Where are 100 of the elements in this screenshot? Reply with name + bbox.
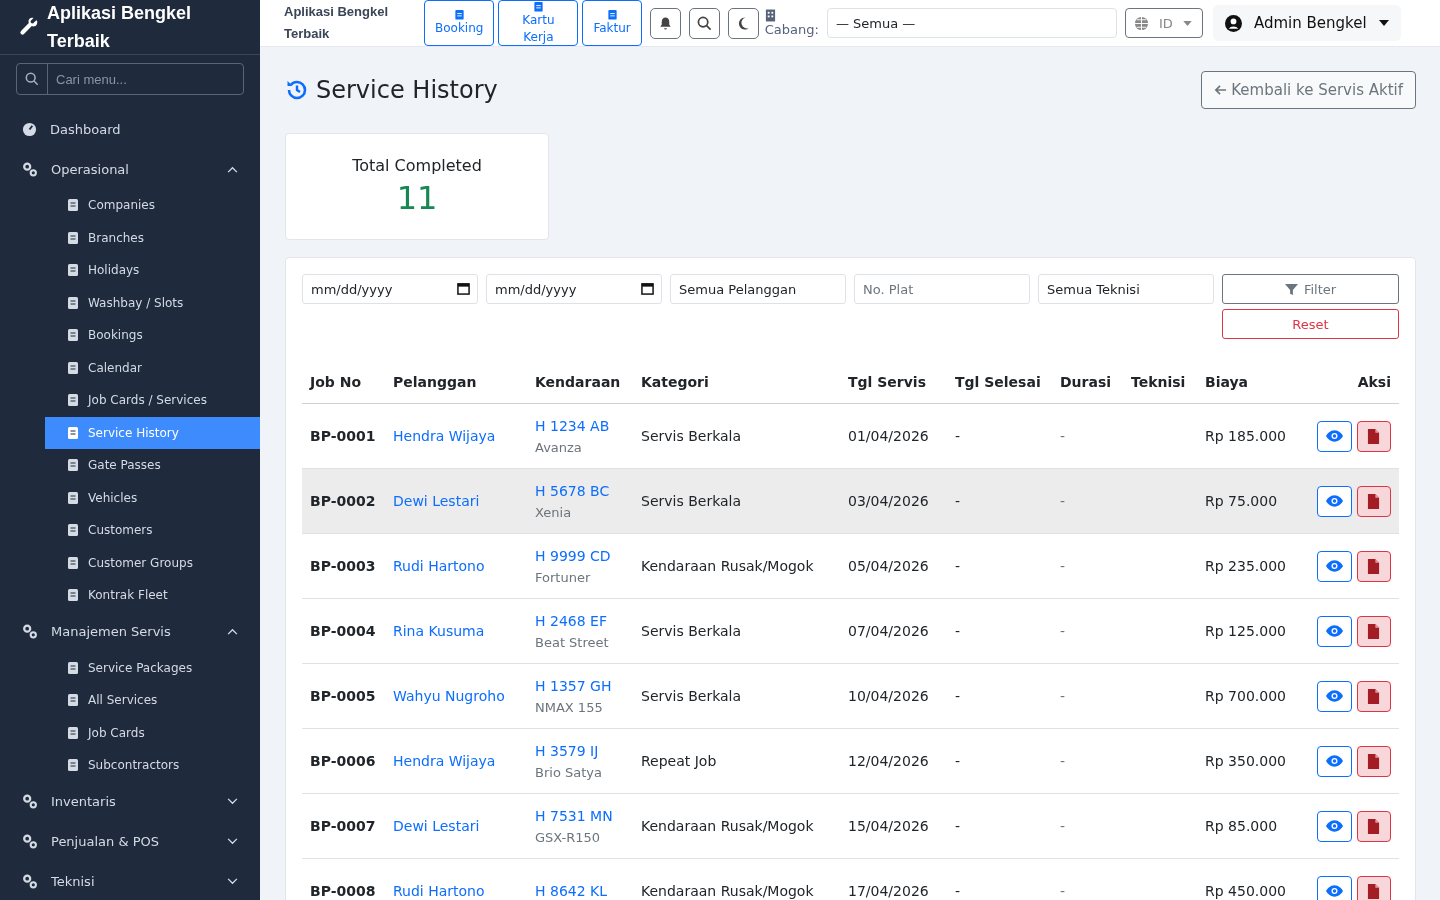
customer-link[interactable]: Rudi Hartono (393, 558, 485, 574)
table-row[interactable]: BP-0006 Hendra Wijaya H 3579 IJ Brio Satya Repeat Job 12/04/2026 - - Rp 350.000 (302, 728, 1399, 794)
menu-group[interactable]: Penjualan & POS (0, 821, 260, 862)
menu-item[interactable]: Washbay / Slots (45, 286, 260, 319)
table-row[interactable]: BP-0005 Wahyu Nugroho H 1357 GH NMAX 155 Servis Berkala 10/04/2026 - - Rp 700.000 (302, 663, 1399, 729)
quick-action-button[interactable]: Kartu Kerja (498, 0, 579, 46)
menu-item[interactable]: Bookings (45, 319, 260, 352)
eye-icon (1325, 885, 1343, 897)
search-box[interactable]: Cari menu... (16, 63, 244, 95)
view-button[interactable] (1317, 420, 1352, 452)
pdf-button[interactable] (1356, 420, 1391, 452)
view-button[interactable] (1317, 615, 1352, 647)
menu-item[interactable]: Vehicles (45, 481, 260, 514)
plate-link[interactable]: H 2468 EF (535, 612, 625, 629)
completion-date: - (955, 753, 961, 769)
menu-group[interactable]: Teknisi (0, 861, 260, 900)
table-row[interactable]: BP-0008 Rudi Hartono H 8642 KL Kendaraan Rusak/Mogok 17/04/2026 - - Rp 450.000 (302, 858, 1399, 900)
dark-mode-button[interactable] (727, 7, 759, 39)
back-button[interactable]: Kembali ke Servis Aktif (1201, 71, 1416, 109)
file-icon (1367, 428, 1381, 444)
menu-group[interactable]: Operasional (0, 149, 260, 189)
eye-icon (1325, 625, 1343, 637)
plate-link[interactable]: H 1357 GH (535, 677, 625, 694)
technician-select[interactable]: Semua Teknisi (1038, 274, 1214, 304)
pdf-button[interactable] (1356, 680, 1391, 712)
table-row[interactable]: BP-0004 Rina Kusuma H 2468 EF Beat Street Servis Berkala 07/04/2026 - - Rp 125.000 (302, 598, 1399, 664)
vehicle-model: Xenia (535, 504, 573, 520)
table-row[interactable]: BP-0002 Dewi Lestari H 5678 BC Xenia Servis Berkala 03/04/2026 - - Rp 75.000 (302, 468, 1399, 534)
customer-link[interactable]: Hendra Wijaya (393, 753, 496, 769)
reset-button[interactable]: Reset (1222, 309, 1399, 339)
plate-link[interactable]: H 3579 IJ (535, 742, 625, 759)
plate-link[interactable]: H 9999 CD (535, 547, 625, 564)
caret-icon (1182, 20, 1192, 26)
menu-item[interactable]: Calendar (45, 351, 260, 384)
view-button[interactable] (1317, 680, 1352, 712)
customer-link[interactable]: Dewi Lestari (393, 818, 480, 834)
filter-button[interactable]: Filter (1222, 274, 1399, 304)
date-field[interactable]: mm/dd/yyyy (302, 274, 478, 304)
file-icon (1367, 883, 1381, 899)
menu-item[interactable]: Job Cards (45, 716, 260, 749)
menu-item[interactable]: All Services (45, 684, 260, 717)
customer-link[interactable]: Wahyu Nugroho (393, 688, 505, 704)
pdf-button[interactable] (1356, 810, 1391, 842)
customer-select[interactable]: Semua Pelanggan (670, 274, 846, 304)
customer-link[interactable]: Dewi Lestari (393, 493, 480, 509)
menu-item[interactable]: Branches (45, 221, 260, 254)
menu-item[interactable]: Holidays (45, 254, 260, 287)
date-field[interactable]: mm/dd/yyyy (486, 274, 662, 304)
plate-link[interactable]: H 8642 KL (535, 883, 625, 899)
pdf-button[interactable] (1356, 485, 1391, 517)
menu-search-input[interactable]: Cari menu... (48, 64, 243, 94)
cost-text: Rp 185.000 (1205, 428, 1286, 444)
customer-link[interactable]: Hendra Wijaya (393, 428, 496, 444)
customer-link[interactable]: Rina Kusuma (393, 623, 485, 639)
menu-item[interactable]: Dashboard (0, 109, 260, 149)
gear-icon (22, 874, 38, 889)
quick-action-button[interactable]: Faktur (582, 0, 642, 46)
eye-icon (1325, 755, 1343, 767)
job-number: BP-0007 (310, 818, 376, 834)
plate-link[interactable]: H 5678 BC (535, 482, 625, 499)
cost-text: Rp 85.000 (1205, 818, 1278, 834)
menu-item[interactable]: Customers (45, 514, 260, 547)
category-text: Servis Berkala (641, 493, 742, 509)
user-menu[interactable]: Admin Bengkel (1212, 5, 1401, 41)
search-button[interactable] (688, 7, 720, 39)
notifications-button[interactable] (649, 7, 681, 39)
pdf-button[interactable] (1356, 875, 1391, 900)
table-row[interactable]: BP-0003 Rudi Hartono H 9999 CD Fortuner Kendaraan Rusak/Mogok 05/04/2026 - - Rp 235.000 (302, 533, 1399, 599)
branch-select[interactable]: — Semua — (826, 8, 1117, 38)
table-row[interactable]: BP-0007 Dewi Lestari H 7531 MN GSX-R150 Kendaraan Rusak/Mogok 15/04/2026 - - Rp 85.000 (302, 793, 1399, 859)
app-title: Aplikasi Bengkel Terbaik (284, 3, 390, 43)
quick-action-button[interactable]: Booking (424, 0, 495, 46)
plate-link[interactable]: H 7531 MN (535, 807, 625, 824)
menu-item[interactable]: Companies (45, 189, 260, 222)
menu-item[interactable]: Customer Groups (45, 546, 260, 579)
file-icon (1367, 493, 1381, 509)
table-row[interactable]: BP-0001 Hendra Wijaya H 1234 AB Avanza Servis Berkala 01/04/2026 - - Rp 185.000 (302, 403, 1399, 469)
view-button[interactable] (1317, 810, 1352, 842)
menu-group[interactable]: Manajemen Servis (0, 611, 260, 652)
menu-group[interactable]: Inventaris (0, 781, 260, 822)
menu-item[interactable]: Job Cards / Services (45, 384, 260, 417)
pdf-button[interactable] (1356, 615, 1391, 647)
plate-field[interactable]: No. Plat (854, 274, 1030, 304)
view-button[interactable] (1317, 875, 1352, 900)
menu-item[interactable]: Gate Passes (45, 449, 260, 482)
menu-item[interactable]: Service Packages (45, 651, 260, 684)
language-select[interactable]: ID (1124, 8, 1203, 38)
menu-item[interactable]: Subcontractors (45, 749, 260, 782)
view-button[interactable] (1317, 550, 1352, 582)
menu-item[interactable]: Kontrak Fleet (45, 579, 260, 612)
view-button[interactable] (1317, 745, 1352, 777)
pdf-button[interactable] (1356, 745, 1391, 777)
document-icon (66, 393, 80, 408)
customer-link[interactable]: Rudi Hartono (393, 883, 485, 899)
plate-link[interactable]: H 1234 AB (535, 417, 625, 434)
cost-text: Rp 235.000 (1205, 558, 1286, 574)
completion-date: - (955, 818, 961, 834)
view-button[interactable] (1317, 485, 1352, 517)
completion-date: - (955, 428, 961, 444)
pdf-button[interactable] (1356, 550, 1391, 582)
